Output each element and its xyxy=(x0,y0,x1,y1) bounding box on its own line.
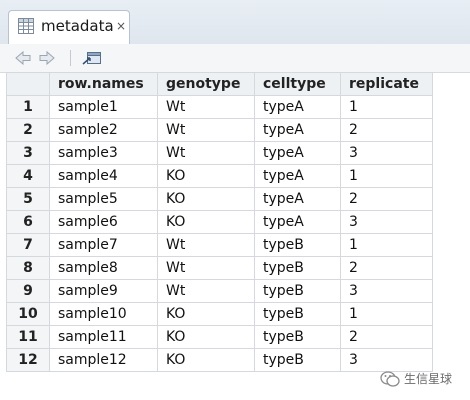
column-header[interactable]: row.names xyxy=(49,72,158,96)
table-cell[interactable]: sample5 xyxy=(49,187,158,211)
table-cell[interactable]: typeB xyxy=(254,302,341,326)
table-row[interactable]: 2 sample2 Wt typeA 2 xyxy=(6,118,433,142)
row-number: 11 xyxy=(6,325,50,349)
table-row[interactable]: 4 sample4 KO typeA 1 xyxy=(6,164,433,188)
table-cell[interactable]: typeA xyxy=(254,164,341,188)
column-header[interactable]: celltype xyxy=(254,72,341,96)
popout-window-icon[interactable] xyxy=(82,49,101,67)
table-cell[interactable]: Wt xyxy=(157,95,255,119)
table-cell[interactable]: KO xyxy=(157,302,255,326)
row-number: 2 xyxy=(6,118,50,142)
table-cell[interactable]: 2 xyxy=(340,118,433,142)
table-cell[interactable]: sample7 xyxy=(49,233,158,257)
back-arrow-icon[interactable] xyxy=(14,49,32,67)
table-cell[interactable]: 1 xyxy=(340,233,433,257)
table-cell[interactable]: KO xyxy=(157,210,255,234)
row-number: 8 xyxy=(6,256,50,280)
table-cell[interactable]: Wt xyxy=(157,256,255,280)
table-cell[interactable]: 2 xyxy=(340,187,433,211)
table-row[interactable]: 3 sample3 Wt typeA 3 xyxy=(6,141,433,165)
toolbar xyxy=(0,44,470,73)
table-cell[interactable]: 2 xyxy=(340,256,433,280)
table-cell[interactable]: KO xyxy=(157,164,255,188)
table-cell[interactable]: 3 xyxy=(340,279,433,303)
tab-bar: metadata × xyxy=(0,0,470,45)
table-cell[interactable]: 1 xyxy=(340,95,433,119)
table-cell[interactable]: sample1 xyxy=(49,95,158,119)
table-cell[interactable]: typeA xyxy=(254,210,341,234)
table-row[interactable]: 6 sample6 KO typeA 3 xyxy=(6,210,433,234)
tab-title: metadata xyxy=(41,17,114,35)
table-row[interactable]: 5 sample5 KO typeA 2 xyxy=(6,187,433,211)
table-cell[interactable]: Wt xyxy=(157,118,255,142)
table-cell[interactable]: sample11 xyxy=(49,325,158,349)
table-cell[interactable]: sample12 xyxy=(49,348,158,372)
row-number: 7 xyxy=(6,233,50,257)
watermark-text: 生信星球 xyxy=(404,372,453,386)
table-row[interactable]: 9 sample9 Wt typeB 3 xyxy=(6,279,433,303)
row-number: 9 xyxy=(6,279,50,303)
toolbar-separator xyxy=(70,50,71,66)
forward-arrow-icon[interactable] xyxy=(38,49,56,67)
row-number: 12 xyxy=(6,348,50,372)
table-cell[interactable]: typeB xyxy=(254,348,341,372)
watermark: 生信星球 xyxy=(380,368,466,390)
row-number: 3 xyxy=(6,141,50,165)
table-row[interactable]: 1 sample1 Wt typeA 1 xyxy=(6,95,433,119)
row-number: 1 xyxy=(6,95,50,119)
close-icon[interactable]: × xyxy=(115,20,127,32)
table-cell[interactable]: 2 xyxy=(340,325,433,349)
table-cell[interactable]: sample9 xyxy=(49,279,158,303)
table-cell[interactable]: 1 xyxy=(340,302,433,326)
table-cell[interactable]: KO xyxy=(157,187,255,211)
table-cell[interactable]: Wt xyxy=(157,141,255,165)
table-row[interactable]: 10 sample10 KO typeB 1 xyxy=(6,302,433,326)
tab-metadata[interactable]: metadata × xyxy=(8,10,130,44)
column-header[interactable]: replicate xyxy=(340,72,433,96)
table-cell[interactable]: Wt xyxy=(157,233,255,257)
table-cell[interactable]: 3 xyxy=(340,141,433,165)
column-header[interactable]: genotype xyxy=(157,72,255,96)
table-row[interactable]: 7 sample7 Wt typeB 1 xyxy=(6,233,433,257)
table-icon xyxy=(18,18,34,34)
table-cell[interactable]: typeB xyxy=(254,325,341,349)
table-cell[interactable]: 3 xyxy=(340,210,433,234)
table-cell[interactable]: KO xyxy=(157,325,255,349)
table-cell[interactable]: sample4 xyxy=(49,164,158,188)
row-number: 5 xyxy=(6,187,50,211)
table-row[interactable]: 12 sample12 KO typeB 3 xyxy=(6,348,433,372)
table-cell[interactable]: sample2 xyxy=(49,118,158,142)
row-number: 4 xyxy=(6,164,50,188)
corner-header xyxy=(6,72,50,96)
table-cell[interactable]: typeA xyxy=(254,141,341,165)
table-cell[interactable]: typeA xyxy=(254,95,341,119)
table-cell[interactable]: typeA xyxy=(254,118,341,142)
table-cell[interactable]: typeA xyxy=(254,187,341,211)
data-table: row.names genotype celltype replicate 1s… xyxy=(6,72,433,372)
row-number: 10 xyxy=(6,302,50,326)
table-row[interactable]: 11 sample11 KO typeB 2 xyxy=(6,325,433,349)
table-cell[interactable]: sample6 xyxy=(49,210,158,234)
table-cell[interactable]: 1 xyxy=(340,164,433,188)
header-row: row.names genotype celltype replicate xyxy=(6,72,433,96)
table-cell[interactable]: sample10 xyxy=(49,302,158,326)
table-row[interactable]: 8 sample8 Wt typeB 2 xyxy=(6,256,433,280)
table-cell[interactable]: sample3 xyxy=(49,141,158,165)
table-cell[interactable]: typeB xyxy=(254,256,341,280)
table-cell[interactable]: typeB xyxy=(254,279,341,303)
wechat-logo-icon xyxy=(380,370,400,388)
table-cell[interactable]: typeB xyxy=(254,233,341,257)
table-cell[interactable]: KO xyxy=(157,348,255,372)
table-cell[interactable]: sample8 xyxy=(49,256,158,280)
table-cell[interactable]: Wt xyxy=(157,279,255,303)
row-number: 6 xyxy=(6,210,50,234)
